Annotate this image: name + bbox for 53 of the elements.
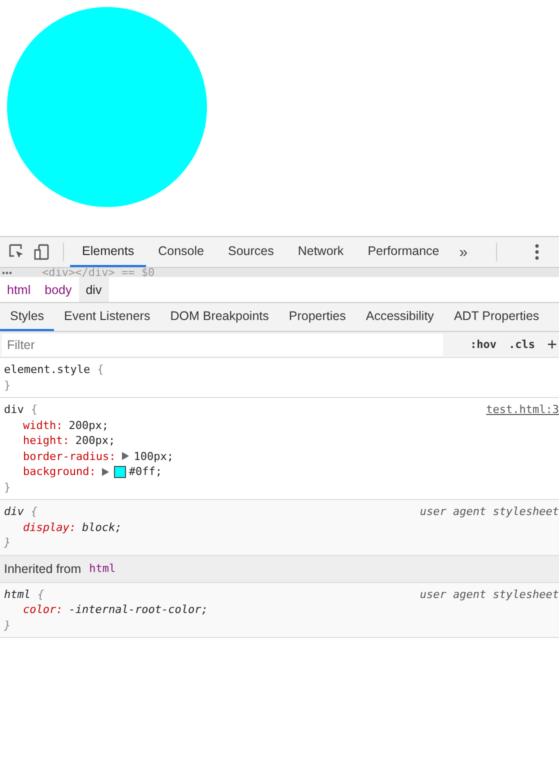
panel-tab[interactable]: Properties	[278, 303, 356, 331]
breadcrumb[interactable]: body	[38, 277, 79, 302]
panel-tab[interactable]: ADT Properties	[444, 303, 550, 331]
open-brace: {	[38, 586, 44, 602]
color-swatch[interactable]	[114, 466, 126, 478]
close-brace: }	[4, 378, 11, 392]
source-label: user agent stylesheet	[420, 586, 559, 602]
inherited-label: Inherited from	[4, 562, 82, 576]
open-brace: {	[30, 402, 38, 418]
property-value: block;	[82, 520, 122, 535]
selector: element.style	[4, 362, 90, 378]
property-value: 200px;	[68, 418, 108, 433]
menu-icon[interactable]	[535, 244, 539, 260]
device-icon[interactable]	[34, 244, 50, 260]
property-name: border-radius:	[23, 448, 116, 464]
class-button[interactable]: .cls	[502, 338, 542, 351]
close-brace: }	[4, 536, 11, 549]
devtools-tab[interactable]: Console	[146, 237, 216, 267]
panel-tab[interactable]: Accessibility	[356, 303, 444, 331]
property-value: -internal-root-color;	[68, 602, 208, 618]
breadcrumb[interactable]: div	[78, 277, 109, 302]
expand-triangle-icon[interactable]	[122, 452, 129, 460]
panel-tab[interactable]: DOM Breakpoints	[160, 303, 279, 331]
close-brace: }	[4, 480, 11, 494]
open-brace: {	[30, 504, 38, 520]
close-brace: }	[4, 618, 11, 632]
property-name: width:	[23, 418, 63, 433]
property-value: #0ff;	[128, 464, 162, 480]
filter-field[interactable]: Filter	[2, 334, 443, 356]
inherited-element[interactable]: html	[89, 562, 116, 575]
open-brace: {	[97, 362, 104, 378]
property-value: 100px;	[134, 448, 174, 464]
selector: div	[4, 504, 24, 520]
more-tabs-button[interactable]: »	[451, 237, 476, 267]
selector: html	[4, 586, 30, 602]
devtools-tab[interactable]: Sources	[216, 237, 286, 267]
property-name: display:	[23, 520, 76, 535]
property-name: height:	[23, 433, 70, 448]
hover-state-button[interactable]: :hov	[464, 338, 503, 351]
devtools-tab[interactable]: Performance	[356, 237, 452, 267]
source-label: user agent stylesheet	[420, 504, 559, 520]
expand-triangle-icon[interactable]	[102, 468, 109, 476]
property-name: color:	[23, 602, 63, 618]
add-rule-button[interactable]: +	[541, 334, 559, 354]
source-link[interactable]: test.html:3	[486, 402, 559, 418]
devtools-tab[interactable]: Network	[286, 237, 356, 267]
selector: div	[4, 402, 24, 418]
panel-tab[interactable]: Event Listeners	[54, 303, 160, 331]
ellipsis-icon	[2, 271, 12, 275]
property-name: background:	[23, 464, 96, 480]
breadcrumb[interactable]: html	[0, 277, 38, 302]
inspect-cursor-icon[interactable]	[9, 244, 25, 260]
property-value: 200px;	[75, 433, 116, 448]
